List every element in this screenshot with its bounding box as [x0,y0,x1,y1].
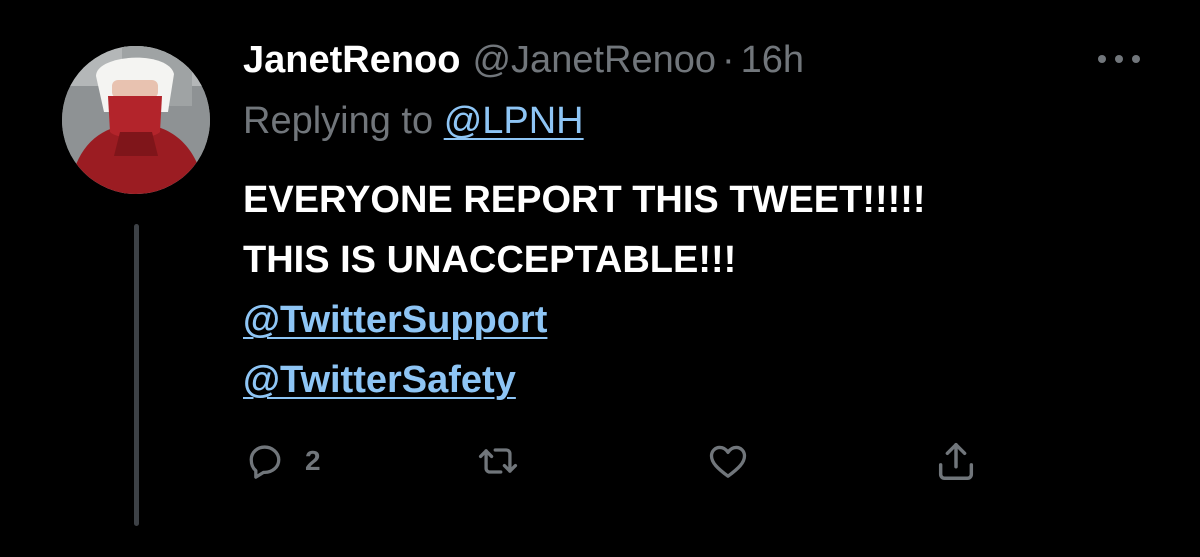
ellipsis-icon-dot [1132,55,1140,63]
retweet-icon [478,448,518,474]
tweet-header: JanetRenoo @JanetRenoo · 16h [243,30,804,90]
tweet-timestamp[interactable]: 16h [741,39,804,82]
tweet-text-line: EVERYONE REPORT THIS TWEET!!!!! [243,179,926,221]
share-icon [938,442,974,480]
mention-link[interactable]: @TwitterSafety [243,350,926,410]
display-name[interactable]: JanetRenoo [243,39,460,82]
reply-count: 2 [305,445,321,476]
like-button[interactable] [705,438,751,484]
tweet-actions: 2 [243,438,1003,484]
replying-to-line: Replying to @LPNH [243,100,584,143]
ellipsis-icon [1098,55,1106,63]
more-options-button[interactable] [1098,44,1140,74]
retweet-button[interactable] [475,438,521,484]
mention-link[interactable]: @TwitterSupport [243,290,926,350]
avatar[interactable] [62,46,210,194]
ellipsis-icon-dot [1115,55,1123,63]
reply-button[interactable]: 2 [243,438,321,484]
header-separator: · [722,38,735,81]
thread-connector-line [134,224,139,526]
reply-icon [249,445,281,479]
tweet[interactable]: JanetRenoo @JanetRenoo · 16h Replying to… [0,0,1200,557]
user-handle[interactable]: @JanetRenoo [472,39,716,82]
tweet-text-line: THIS IS UNACCEPTABLE!!! [243,239,737,281]
replying-to-label: Replying to [243,100,434,142]
share-button[interactable] [933,438,979,484]
replying-to-mention[interactable]: @LPNH [444,100,584,142]
avatar-image [62,46,210,194]
heart-icon [709,445,747,478]
tweet-text: EVERYONE REPORT THIS TWEET!!!!! THIS IS … [243,170,926,410]
